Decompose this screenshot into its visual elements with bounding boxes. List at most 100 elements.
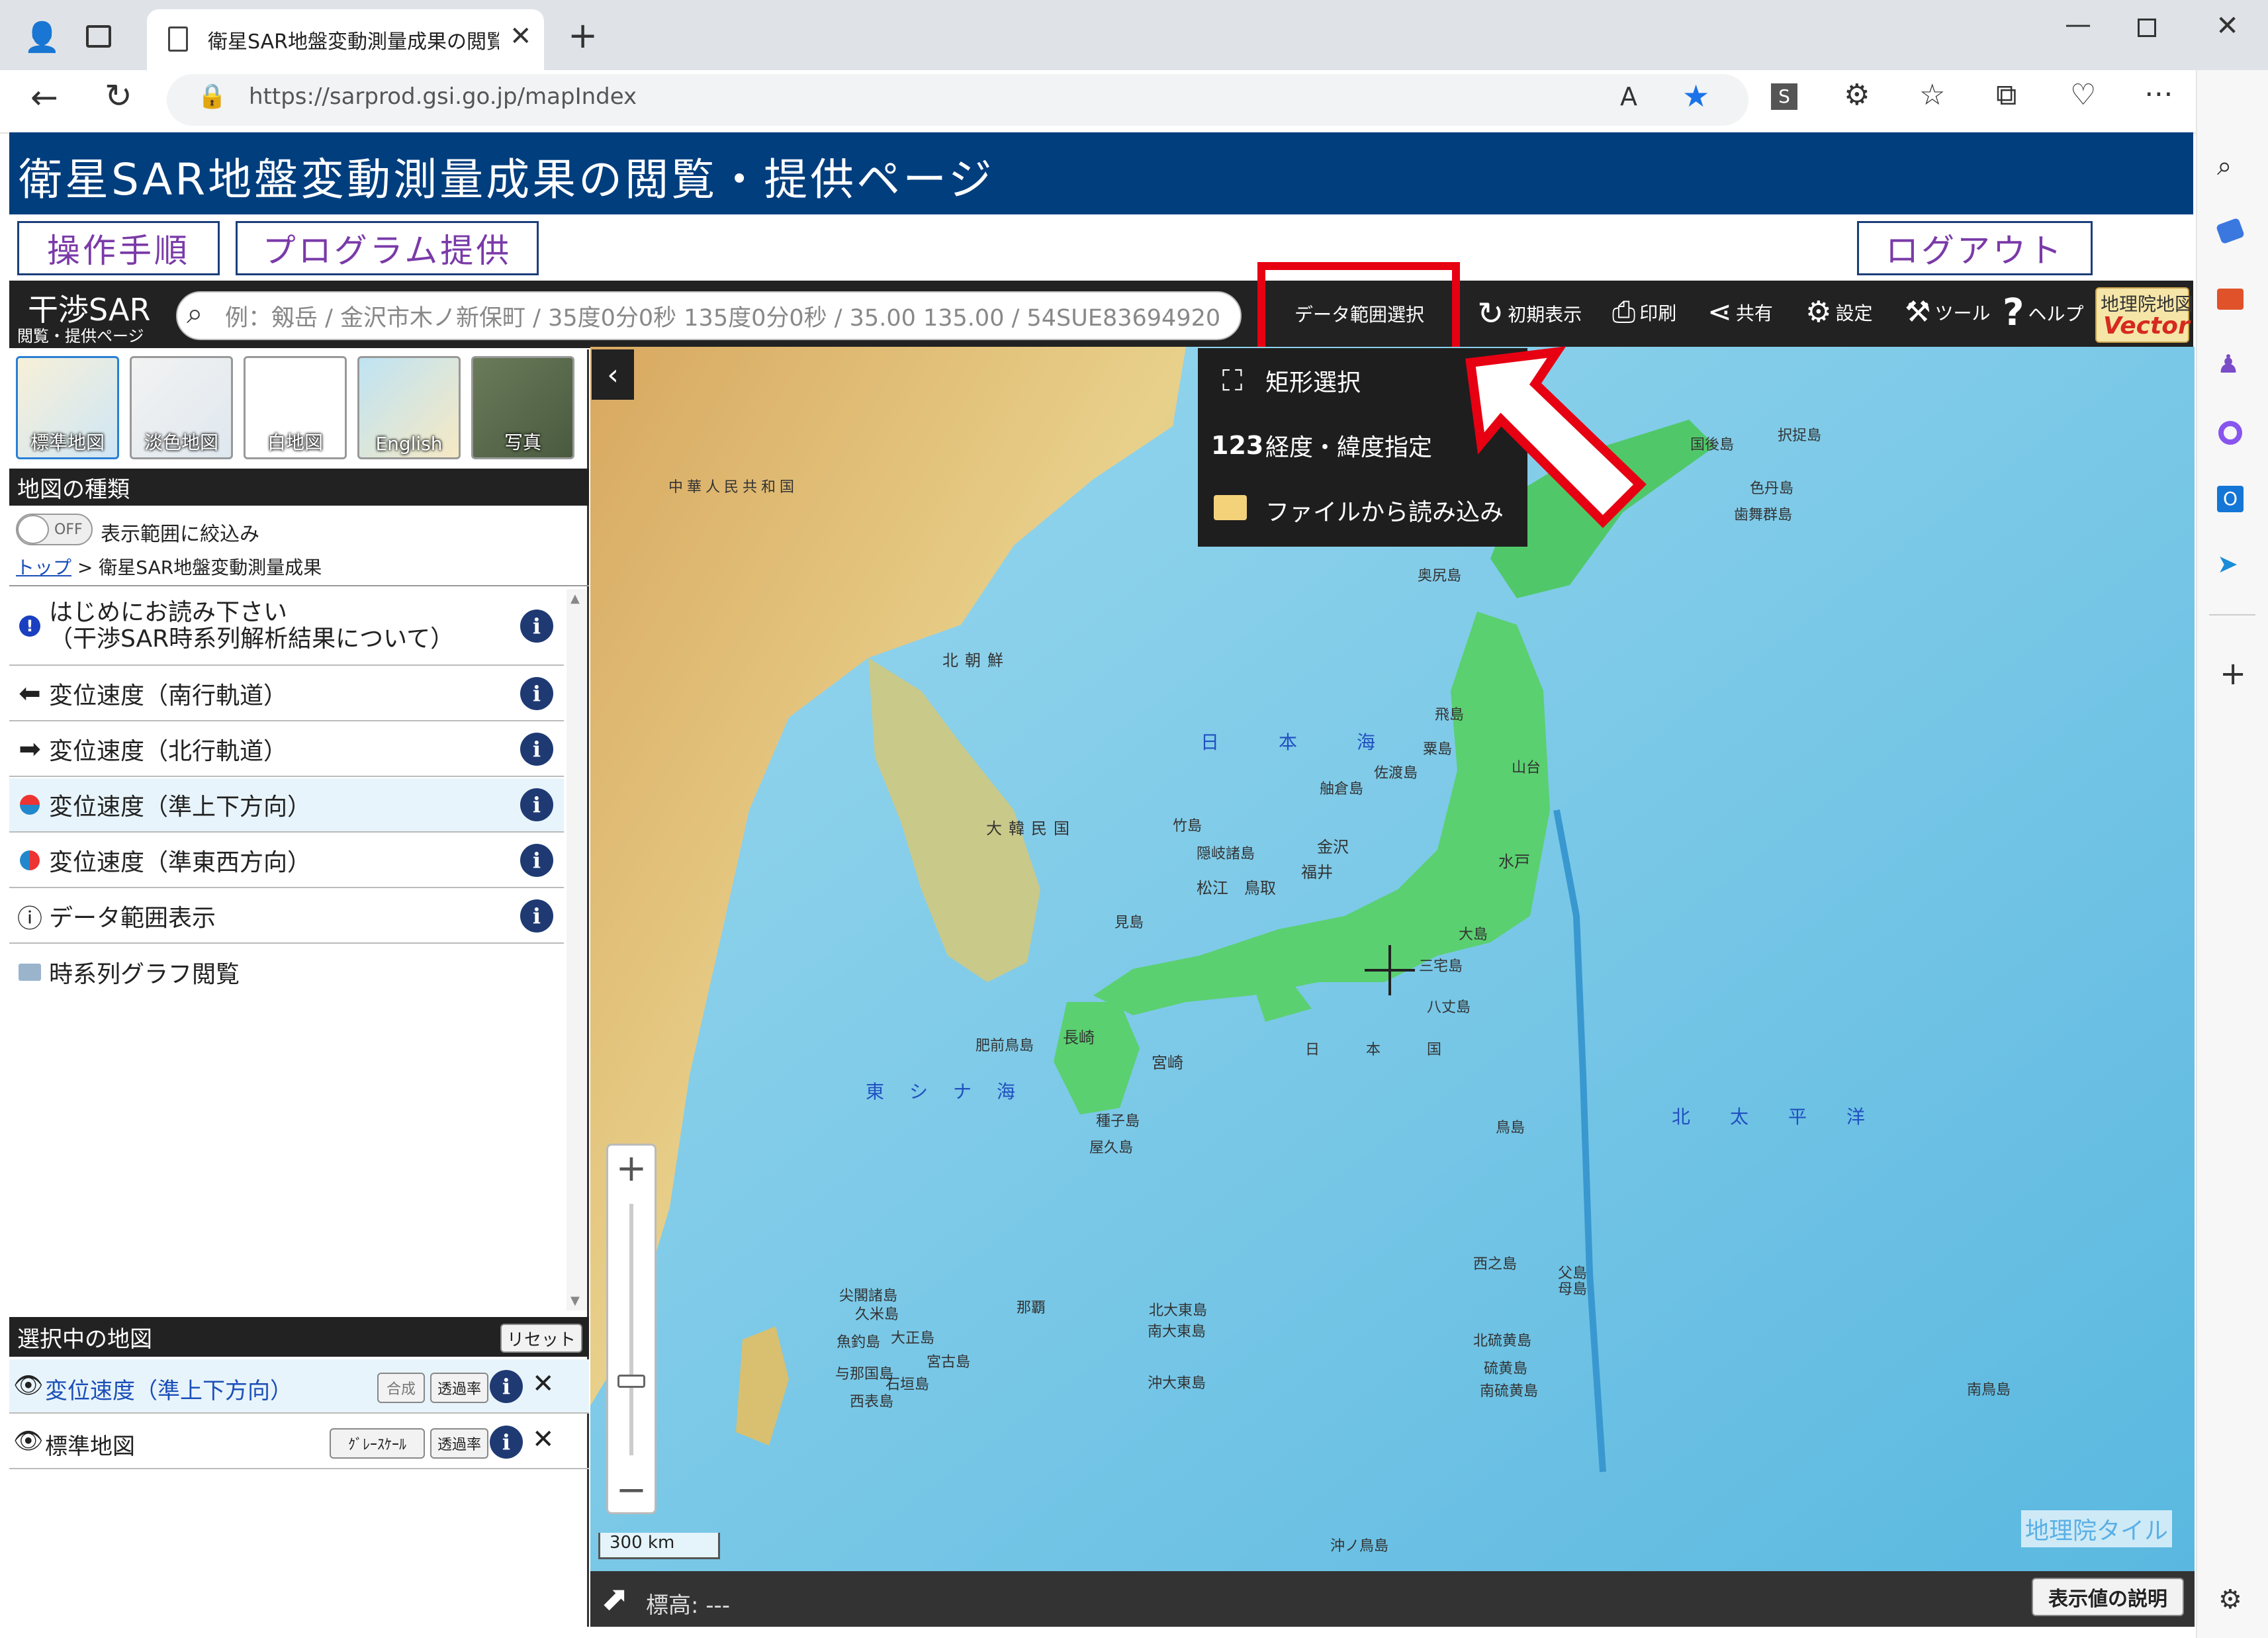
zoom-in-button[interactable]: +: [608, 1146, 655, 1192]
read-aloud-icon[interactable]: A: [1620, 82, 1637, 111]
label-north-korea: 北朝鮮: [942, 651, 1010, 670]
reload-icon[interactable]: ↻: [105, 77, 132, 115]
list-item-data-range[interactable]: ⓘ データ範囲表示 i: [9, 889, 564, 944]
timeseries-label: 時系列グラフ閲覧: [49, 961, 240, 988]
basemap-pale[interactable]: 淡色地図: [130, 356, 233, 459]
lock-icon[interactable]: 🔒: [197, 82, 227, 110]
list-item-eastwest[interactable]: 変位速度（準東西方向） i: [9, 834, 564, 888]
label-south-korea: 大韓民国: [986, 819, 1076, 838]
print-button[interactable]: ⎙ 印刷: [1612, 295, 1676, 329]
info-icon[interactable]: i: [520, 844, 553, 877]
sidebar-settings-icon[interactable]: ⚙: [2218, 1584, 2242, 1615]
minimize-icon[interactable]: —: [2065, 9, 2091, 40]
legend-button[interactable]: 表示値の説明: [2032, 1578, 2184, 1616]
collapse-panel-icon[interactable]: ‹: [592, 349, 634, 400]
vector-map-badge[interactable]: 地理院地図 Vector: [2095, 287, 2193, 343]
program-button[interactable]: プログラム提供: [236, 221, 539, 275]
rect-select-icon: ⛶: [1222, 363, 1243, 398]
scroll-down-icon[interactable]: ▼: [570, 1294, 580, 1308]
extension-s-icon[interactable]: S: [1771, 83, 1797, 110]
settings-button[interactable]: ⚙ 設定: [1805, 295, 1872, 329]
basemap-blank[interactable]: 白地図: [244, 356, 347, 459]
divider: [9, 585, 589, 586]
more-menu-icon[interactable]: ⋯: [2144, 77, 2173, 111]
refresh-icon: ↻: [1477, 295, 1504, 332]
m365-icon[interactable]: [2218, 421, 2242, 445]
favorite-star-icon[interactable]: ★: [1682, 78, 1709, 114]
share-button[interactable]: ⋖ 共有: [1707, 295, 1773, 329]
brand-logo[interactable]: 干渉SAR 閲覧・提供ページ: [13, 283, 165, 345]
operation-guide-button[interactable]: 操作手順: [17, 221, 220, 275]
composite-button[interactable]: 合成: [377, 1373, 425, 1403]
filter-toggle[interactable]: OFF: [16, 514, 93, 545]
place-label: 久米島: [855, 1306, 899, 1323]
place-label: 沖大東島: [1148, 1375, 1206, 1392]
tab-actions-icon[interactable]: [86, 25, 111, 48]
data-range-label: データ範囲表示: [49, 905, 216, 932]
place-label: 歯舞群島: [1734, 507, 1793, 523]
info-icon[interactable]: i: [520, 733, 553, 766]
selected-label[interactable]: 標準地図: [45, 1428, 135, 1461]
eye-icon[interactable]: 👁: [13, 1371, 44, 1399]
favorites-icon[interactable]: ☆: [1919, 78, 1945, 112]
grayscale-button[interactable]: ｸﾞﾚｰｽｹｰﾙ: [330, 1428, 425, 1459]
close-window-icon[interactable]: ✕: [2216, 9, 2239, 42]
add-sidebar-icon[interactable]: +: [2220, 655, 2246, 692]
place-label: 与那国島: [835, 1366, 894, 1383]
send-icon[interactable]: ➤: [2217, 549, 2238, 578]
info-icon[interactable]: i: [520, 788, 553, 821]
list-item-south-orbit[interactable]: ⬅ 変位速度（南行軌道） i: [9, 667, 564, 721]
info-icon[interactable]: i: [490, 1370, 523, 1403]
remove-icon[interactable]: ✕: [532, 1424, 555, 1455]
maximize-icon[interactable]: [2138, 19, 2156, 37]
place-label: 魚釣島: [837, 1334, 881, 1351]
breadcrumb-top[interactable]: トップ: [16, 557, 71, 578]
vector-badge-bottom: Vector: [2103, 312, 2190, 340]
url-text: https://sarprod.gsi.go.jp/mapIndex: [249, 83, 637, 110]
new-tab-icon[interactable]: +: [568, 15, 598, 56]
place-label: 見島: [1114, 915, 1144, 931]
zoom-slider-handle[interactable]: [617, 1375, 645, 1388]
search-icon[interactable]: ⌕: [187, 296, 203, 330]
list-scrollbar[interactable]: ▲ ▼: [567, 589, 586, 1310]
info-icon[interactable]: i: [520, 677, 553, 710]
logout-button[interactable]: ログアウト: [1857, 221, 2093, 275]
performance-icon[interactable]: ♡: [2070, 78, 2096, 112]
basemap-standard[interactable]: 標準地図: [16, 356, 119, 459]
extensions-icon[interactable]: ⚙: [1844, 78, 1870, 112]
scroll-up-icon[interactable]: ▲: [570, 592, 580, 606]
info-icon[interactable]: i: [520, 610, 553, 643]
remove-icon[interactable]: ✕: [532, 1369, 555, 1399]
games-icon[interactable]: ♟: [2217, 349, 2240, 379]
eye-icon[interactable]: 👁: [13, 1427, 44, 1455]
zoom-out-button[interactable]: −: [608, 1467, 655, 1514]
opacity-button[interactable]: 透過率: [430, 1373, 488, 1403]
profile-icon[interactable]: 👤: [24, 20, 60, 54]
info-icon[interactable]: i: [490, 1426, 523, 1459]
info-icon[interactable]: i: [520, 899, 553, 933]
search-icon[interactable]: ⌕: [2217, 151, 2232, 181]
help-button[interactable]: ? ヘルプ: [2003, 291, 2084, 334]
place-label: 山台: [1512, 760, 1541, 776]
basemap-photo[interactable]: 写真: [471, 356, 574, 459]
tools-case-icon[interactable]: [2217, 289, 2244, 310]
browser-tab[interactable]: 衛星SAR地盤変動測量成果の閲覧 ✕: [147, 9, 544, 70]
initial-view-button[interactable]: ↻ 初期表示: [1477, 295, 1582, 332]
selected-label[interactable]: 変位速度（準上下方向）: [45, 1373, 293, 1405]
list-item-timeseries[interactable]: 時系列グラフ閲覧: [9, 945, 564, 999]
outlook-icon[interactable]: O: [2217, 486, 2244, 512]
basemap-english-label: English: [375, 433, 443, 455]
zoom-control: + −: [606, 1144, 657, 1514]
expand-arrow-icon[interactable]: ⬈: [601, 1579, 629, 1617]
attribution-link[interactable]: 地理院タイル: [2021, 1510, 2173, 1547]
tools-button[interactable]: ⚒ ツール: [1905, 295, 1990, 329]
back-icon[interactable]: ←: [30, 78, 58, 116]
collections-icon[interactable]: ⧉: [1996, 78, 2017, 112]
list-item-north-orbit[interactable]: ➡ 変位速度（北行軌道） i: [9, 723, 564, 777]
basemap-english[interactable]: English: [357, 356, 461, 459]
list-item-readme[interactable]: ! はじめにお読み下さい （干渉SAR時系列解析結果について） i: [9, 588, 564, 666]
list-item-vertical[interactable]: 変位速度（準上下方向） i: [9, 778, 564, 833]
opacity-button[interactable]: 透過率: [430, 1428, 488, 1459]
close-tab-icon[interactable]: ✕: [510, 21, 532, 52]
reset-button[interactable]: リセット: [500, 1324, 582, 1353]
